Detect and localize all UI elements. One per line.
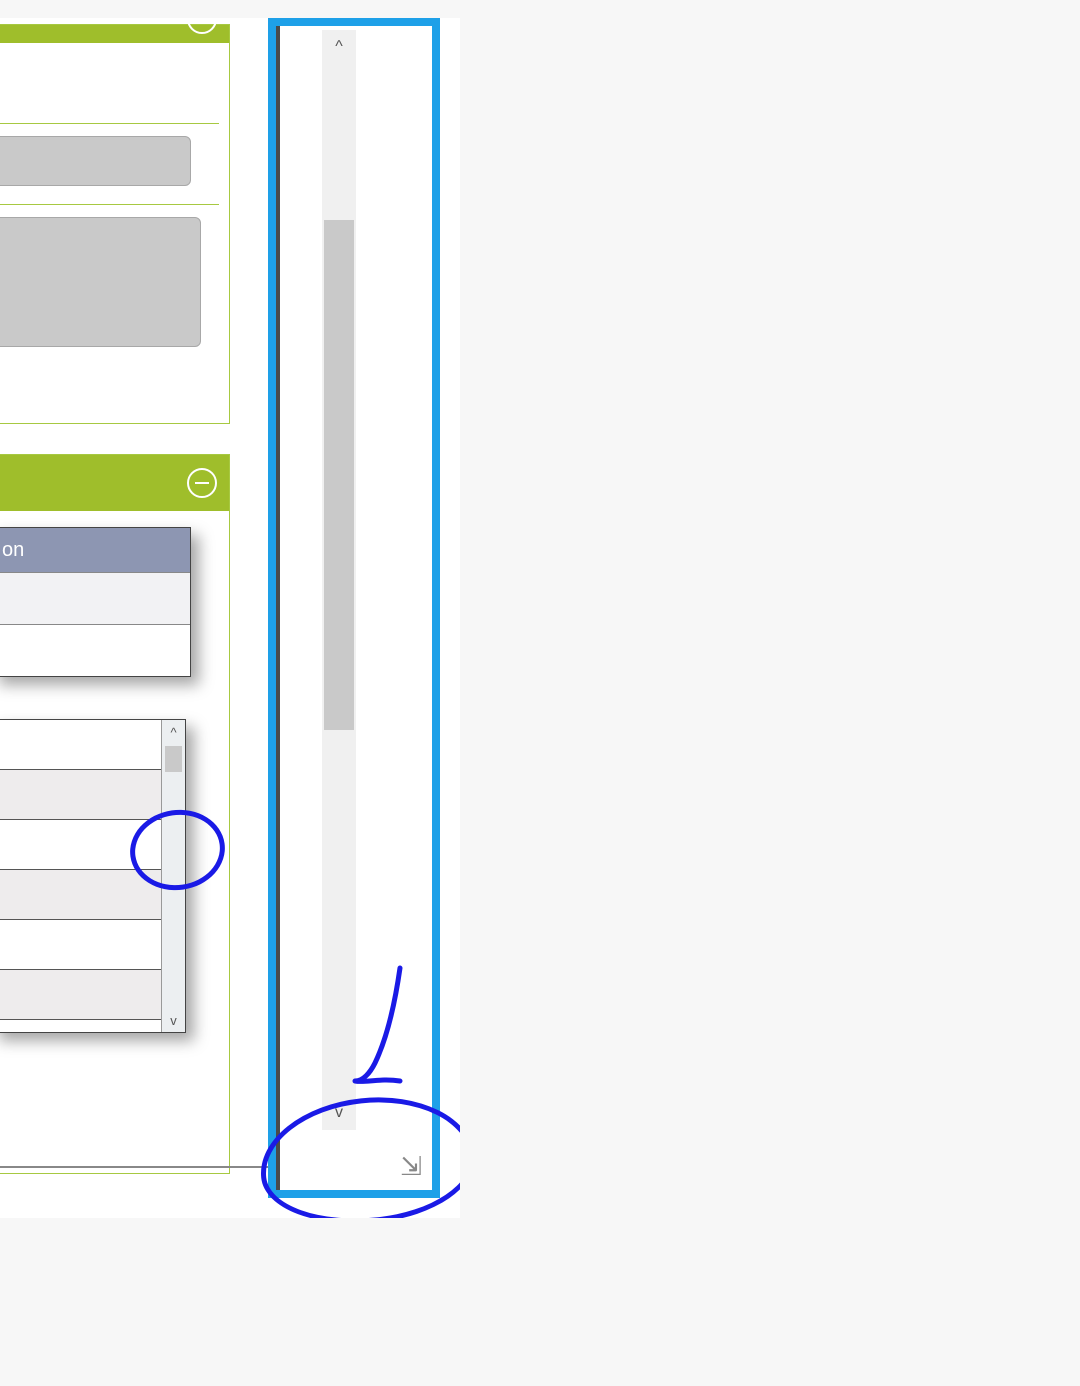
chevron-down-icon: v bbox=[335, 1104, 343, 1122]
highlighted-scrollbar-region: ^ v ⇲ bbox=[268, 18, 440, 1198]
inner-scroll-thumb[interactable] bbox=[165, 746, 182, 772]
main-vertical-scrollbar[interactable]: ^ v bbox=[322, 30, 356, 1130]
list-item[interactable] bbox=[0, 970, 185, 1020]
table-row[interactable] bbox=[0, 624, 190, 676]
table-header: on bbox=[0, 528, 190, 572]
minus-circle-icon[interactable] bbox=[187, 18, 217, 34]
main-scroll-thumb[interactable] bbox=[324, 220, 354, 730]
panel-1 bbox=[0, 24, 230, 424]
panel-2: on ^ bbox=[0, 454, 230, 1174]
list-item[interactable] bbox=[0, 770, 185, 820]
chevron-up-icon: ^ bbox=[335, 38, 343, 56]
list-item[interactable] bbox=[0, 720, 185, 770]
resize-glyph: ⇲ bbox=[400, 1151, 422, 1181]
widget-placeholder-large[interactable] bbox=[0, 217, 201, 347]
minus-circle-icon[interactable] bbox=[187, 468, 217, 498]
widget-placeholder-small[interactable] bbox=[0, 136, 191, 186]
table-widget: on bbox=[0, 527, 191, 677]
scroll-up-button[interactable]: ^ bbox=[162, 720, 185, 744]
table-header-text-fragment: on bbox=[2, 539, 24, 562]
list-item[interactable] bbox=[0, 870, 185, 920]
resize-handle-icon[interactable]: ⇲ bbox=[400, 1151, 422, 1182]
panel-2-header[interactable] bbox=[0, 455, 229, 511]
inner-scrollbar[interactable]: ^ v bbox=[161, 720, 185, 1032]
table-row[interactable] bbox=[0, 572, 190, 624]
scroll-down-button[interactable]: v bbox=[162, 1008, 185, 1032]
panel-2-body: on ^ bbox=[0, 511, 229, 1047]
list-item[interactable] bbox=[0, 920, 185, 970]
screenshot-region: on ^ bbox=[0, 18, 460, 1218]
panel-1-body bbox=[0, 43, 229, 379]
editor-right-border bbox=[276, 26, 280, 1190]
content-bottom-border bbox=[0, 1166, 268, 1168]
scrollable-list: ^ v bbox=[0, 719, 186, 1033]
panel-1-header[interactable] bbox=[0, 25, 229, 43]
content-column: on ^ bbox=[0, 24, 230, 1204]
chevron-down-icon: v bbox=[170, 1013, 177, 1028]
chevron-up-icon: ^ bbox=[170, 725, 176, 740]
scroll-up-button[interactable]: ^ bbox=[322, 30, 356, 64]
scroll-down-button[interactable]: v bbox=[322, 1096, 356, 1130]
list-item[interactable] bbox=[0, 820, 185, 870]
